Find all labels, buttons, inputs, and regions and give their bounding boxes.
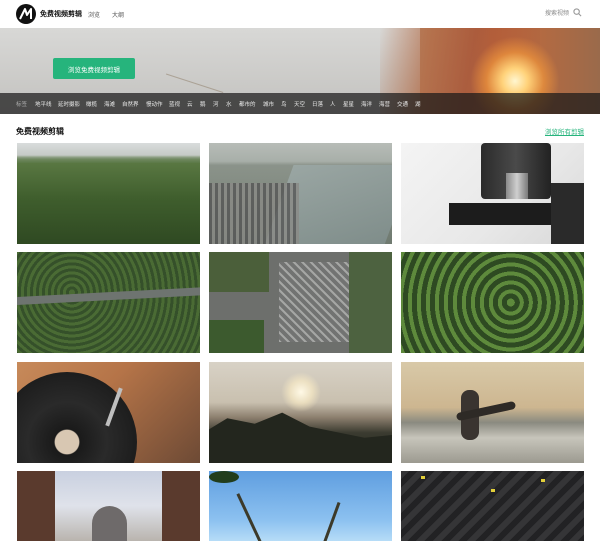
video-thumbnail-night-intersection[interactable] [401,471,584,541]
archway-right [162,471,200,541]
microscope-arm [551,183,584,244]
top-bar: 免费视频剪辑 浏览 大纲 搜索视频 [0,0,600,28]
trees-right [349,252,392,353]
video-thumbnail-sunset-trees[interactable] [209,362,392,463]
search-icon[interactable] [573,8,582,17]
browse-all-link[interactable]: 浏览所有剪辑 [545,126,584,136]
video-thumbnail-palm-trees[interactable] [209,471,392,541]
video-thumbnail-treetops[interactable] [401,252,584,353]
tag-item[interactable]: 云 [187,100,193,108]
video-thumbnail-forest-road[interactable] [17,252,200,353]
video-thumbnail-pine-forest[interactable] [17,143,200,244]
harbor-containers [209,183,299,244]
tag-item[interactable]: 海洋 [361,100,372,108]
tag-item[interactable]: 橄榄 [86,100,97,108]
tag-item[interactable]: 海营 [379,100,390,108]
tag-item[interactable]: 人 [330,100,336,108]
forest-haze [17,157,200,163]
tag-item[interactable]: 城市 [263,100,274,108]
tag-item[interactable]: 水 [226,100,232,108]
tree-silhouette [209,412,392,463]
tag-item[interactable]: 海滩 [104,100,115,108]
search-label[interactable]: 搜索视频 [545,8,569,17]
video-thumbnail-river-harbor[interactable] [209,143,392,244]
search[interactable]: 搜索视频 [545,8,582,17]
tag-item[interactable]: 日落 [312,100,323,108]
tag-item[interactable]: 鸟 [281,100,287,108]
brand-title[interactable]: 免费视频剪辑 [40,9,82,19]
dome [92,506,127,541]
taxi-marker [421,476,425,479]
sun-glow [281,372,321,412]
video-thumbnail-microscope[interactable] [401,143,584,244]
tag-item[interactable]: 蓝视 [169,100,180,108]
tag-item[interactable]: 河 [213,100,219,108]
video-thumbnail-taj-mahal[interactable] [17,471,200,541]
palm-trunk-1 [236,493,265,541]
tag-item[interactable]: 交通 [397,100,408,108]
palm-trunk-2 [320,501,341,541]
browse-free-clips-button[interactable]: 浏览免费视频剪辑 [53,58,135,79]
tag-item[interactable]: 地平线 [35,100,52,108]
taxi-marker [541,479,545,482]
tag-item[interactable]: 都市的 [239,100,256,108]
section-title: 免费视频剪辑 [16,127,64,136]
tag-label: 标签 [16,102,28,108]
tag-item[interactable]: 鹅 [200,100,206,108]
video-thumbnail-vinyl[interactable] [17,362,200,463]
video-thumbnail-surfer[interactable] [401,362,584,463]
tag-item[interactable]: 天空 [294,100,305,108]
trees-left [209,320,264,353]
vinyl-record [17,372,137,463]
taxi-marker [491,489,495,492]
park-corner [209,252,269,292]
treetops-texture [401,252,584,353]
microscope-lens [506,173,528,199]
tag-item[interactable]: 星星 [343,100,354,108]
tag-item[interactable]: 慢动作 [146,100,163,108]
nav-outline[interactable]: 大纲 [112,10,124,19]
archway-left [17,471,55,541]
nav-browse[interactable]: 浏览 [88,10,100,19]
logo-icon[interactable] [16,4,36,24]
crosswalks [279,262,349,342]
tag-item[interactable]: 自然界 [122,100,139,108]
tag-bar: 标签 地平线 延时摄影 橄榄 海滩 自然界 慢动作 蓝视 云 鹅 河 水 都市的… [0,93,600,114]
street-texture [401,471,584,541]
video-thumbnail-city-intersection[interactable] [209,252,392,353]
tag-item[interactable]: 延时摄影 [58,100,80,108]
palm-fronds [209,471,239,483]
tag-item[interactable]: 湖 [415,100,421,108]
